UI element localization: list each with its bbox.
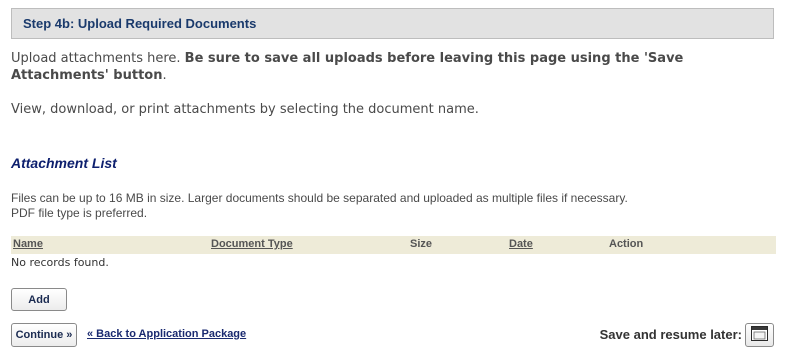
save-icon [751, 325, 768, 345]
file-size-note-line2: PDF file type is preferred. [11, 206, 148, 220]
back-to-application-package-link[interactable]: « Back to Application Package [87, 328, 246, 340]
view-instructions: View, download, or print attachments by … [11, 102, 479, 117]
intro-text: Upload attachments here. Be sure to save… [11, 50, 751, 84]
save-resume-button[interactable] [745, 323, 774, 347]
no-records-message: No records found. [11, 256, 109, 269]
save-resume-label: Save and resume later: [599, 327, 742, 342]
intro-plain: Upload attachments here. [11, 51, 185, 66]
column-header-action: Action [609, 238, 644, 250]
column-header-document-type[interactable]: Document Type [211, 238, 293, 250]
intro-end: . [162, 68, 167, 83]
step-title: Step 4b: Upload Required Documents [23, 16, 257, 31]
continue-button[interactable]: Continue » [11, 323, 77, 347]
column-header-size: Size [410, 238, 433, 250]
attachment-list-title: Attachment List [11, 155, 117, 171]
file-size-note: Files can be up to 16 MB in size. Larger… [11, 191, 771, 221]
column-header-date[interactable]: Date [509, 238, 533, 250]
file-size-note-line1: Files can be up to 16 MB in size. Larger… [11, 191, 628, 205]
step-header: Step 4b: Upload Required Documents [11, 8, 774, 39]
attachment-table-header: Name Document Type Size Date Action [11, 236, 776, 254]
add-button[interactable]: Add [11, 288, 67, 311]
column-header-name[interactable]: Name [13, 238, 43, 250]
